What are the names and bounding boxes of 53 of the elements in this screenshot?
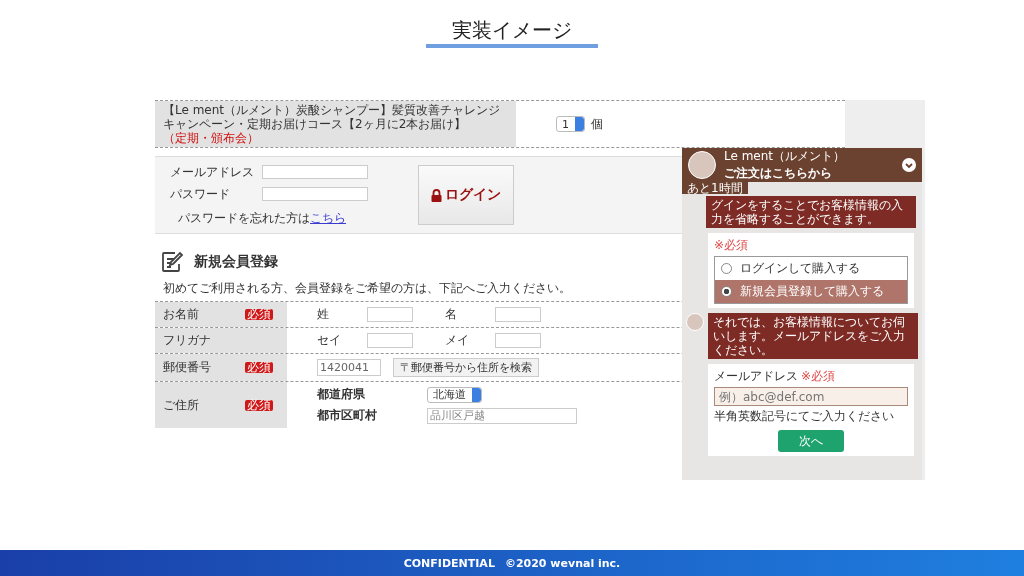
row-label: ご住所 (163, 396, 199, 414)
forgot-password-text: パスワードを忘れた方はこちら (177, 209, 347, 227)
field-label: セイ (317, 332, 342, 349)
required-note: ※必須 (801, 368, 836, 385)
copyright-text: ©2020 wevnal inc. (504, 556, 621, 570)
input-field[interactable] (262, 187, 368, 201)
input-field[interactable] (495, 333, 541, 348)
chat-title: ご注文はこちらから (724, 165, 833, 182)
prefecture-select[interactable]: 北海道 (427, 386, 482, 403)
confidential-label: CONFIDENTIAL (403, 556, 495, 570)
forgot-password-link[interactable]: こちら (310, 210, 346, 225)
chat-bubble: それでは、お客様情報についてお伺いします。メールアドレスをご入力ください。 (708, 313, 918, 359)
chat-brand: Le ment（ルメント） (724, 148, 847, 165)
quantity-select[interactable]: 1 (556, 116, 585, 132)
input-field[interactable] (367, 333, 413, 348)
row-label: お名前 (163, 306, 199, 323)
row-label: 郵便番号 (163, 359, 211, 376)
field-label: パスワード (170, 185, 231, 203)
address-search-button[interactable]: 〒郵便番号から住所を検索 (393, 358, 539, 377)
slide-title: 実装イメージ (452, 18, 572, 42)
city-field[interactable]: 品川区戸越 (427, 407, 577, 424)
login-button[interactable]: ログイン (418, 165, 514, 225)
field-label: 姓 (317, 306, 330, 323)
field-label: メールアドレス (714, 368, 798, 385)
input-field[interactable] (262, 165, 368, 179)
quantity-unit: 個 (591, 115, 603, 133)
timer-tag: あと1時間 (682, 182, 748, 194)
collapse-icon[interactable] (902, 158, 916, 172)
field-label: メールアドレス (170, 163, 255, 181)
product-name: 【Le ment（ルメント）炭酸シャンプー】髪質改善チャレンジキャンペーン・定期お届けコース【2ヶ月に2本お届け】 (163, 103, 502, 131)
intro-text: 初めてご利用される方、会員登録をご希望の方は、下記へご入力ください。 (163, 280, 571, 297)
edit-form-icon (160, 250, 184, 274)
avatar (688, 151, 716, 179)
required-badge: 必須 (245, 309, 273, 320)
input-field[interactable] (495, 307, 541, 322)
required-badge: 必須 (245, 399, 273, 411)
email-field[interactable]: 例）abc@def.com (714, 387, 908, 406)
field-label: 名 (445, 306, 458, 323)
chat-bubble: グインをすることでお客様情報の入力を省略することができます。 (706, 196, 916, 228)
input-field[interactable] (367, 307, 413, 322)
field-hint: 半角英数記号にてご入力ください (714, 408, 895, 425)
field-label: メイ (445, 332, 470, 349)
row-label: フリガナ (163, 332, 211, 349)
field-label: 都道府県 (317, 386, 366, 403)
postal-code-field[interactable]: 1420041 (317, 359, 381, 376)
required-note: ※必須 (714, 237, 750, 254)
avatar (686, 313, 704, 331)
radio-option[interactable]: 新規会員登録して購入する (715, 280, 907, 303)
field-label: 都市区町村 (317, 407, 378, 424)
required-badge: 必須 (245, 362, 273, 373)
product-note: （定期・頒布会） (163, 131, 260, 145)
lock-icon (431, 188, 442, 202)
section-heading: 新規会員登録 (194, 253, 278, 271)
